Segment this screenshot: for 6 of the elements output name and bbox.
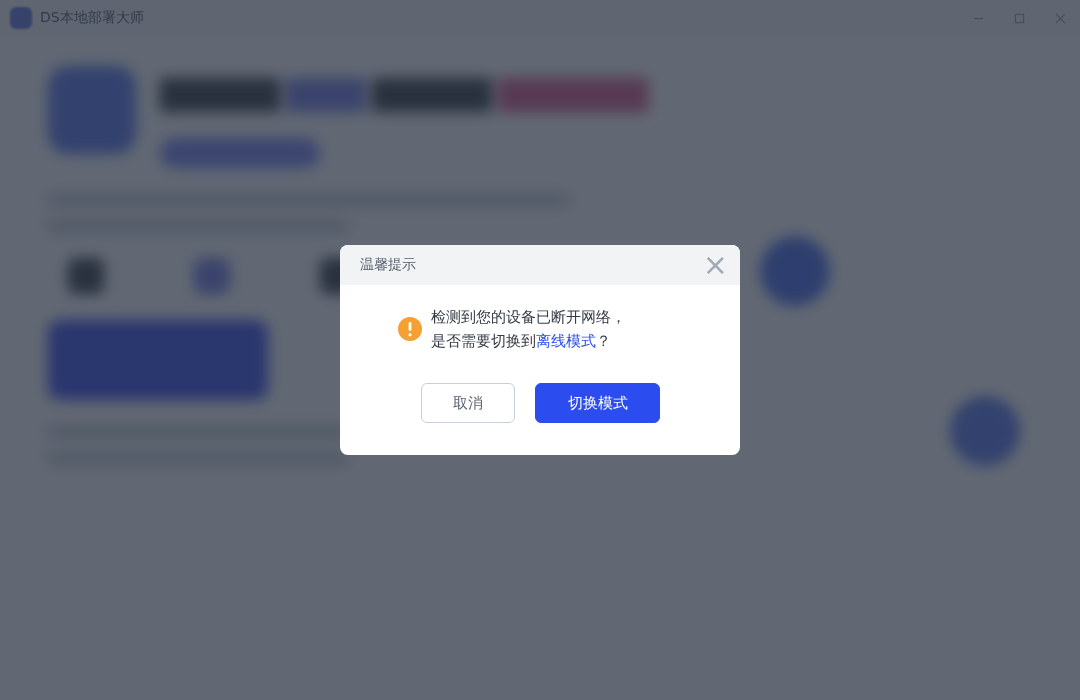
dialog-title: 温馨提示 <box>360 256 416 274</box>
switch-mode-button[interactable]: 切换模式 <box>535 383 660 423</box>
dialog-message: 检测到您的设备已断开网络， 是否需要切换到离线模式？ <box>431 307 626 352</box>
offline-mode-link[interactable]: 离线模式 <box>536 332 596 350</box>
warning-icon <box>398 317 422 341</box>
cancel-button[interactable]: 取消 <box>421 383 515 423</box>
